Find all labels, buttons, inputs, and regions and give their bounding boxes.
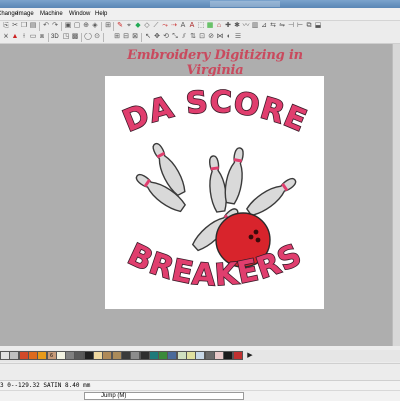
design-bottom-text: BREAKERS [122,237,307,293]
hoop-canvas[interactable]: DA SCORE BREAKERS [105,76,324,309]
frame-tool-icon[interactable]: ▭ [29,33,37,41]
undo-icon[interactable]: ↶ [42,22,50,30]
rotate-icon[interactable]: ⟲ [162,33,170,41]
status-bar-secondary: Jump (M) [0,390,400,401]
applique-tool-icon[interactable]: ⬚ [197,22,205,30]
zoom-in-icon[interactable]: ⊞ [113,33,121,41]
zoom-icon[interactable]: ⊕ [82,22,90,30]
paste-icon[interactable]: ⎘ [2,22,10,30]
column-tool-icon[interactable]: ⇢ [170,22,178,30]
measure-tool-icon[interactable]: ⊿ [260,22,268,30]
toolbar-strip [0,363,400,378]
cut-icon[interactable]: ✂ [11,22,19,30]
hoop-icon[interactable]: ◯ [84,33,92,41]
menu-window[interactable]: Window [69,10,90,18]
wave-tool-icon[interactable]: 〰 [242,22,250,30]
flip-icon[interactable]: ⇅ [189,33,197,41]
copy-icon[interactable]: ❐ [20,22,28,30]
center-icon[interactable]: ⊙ [93,33,101,41]
layer-tool-icon[interactable]: ⧉ [305,22,313,30]
cross-tool-icon[interactable]: ✚ [224,22,232,30]
lock-icon[interactable]: ⊡ [198,33,206,41]
border-tool-icon[interactable]: ⟊ [20,33,28,41]
run-tool-icon[interactable]: ▦ [206,22,214,30]
menu-change[interactable]: Change [0,10,18,18]
move-icon[interactable]: ✥ [153,33,161,41]
grid-icon[interactable]: ⊞ [104,22,112,30]
view-3d-toggle[interactable]: 3D [51,33,59,41]
palette-swatch[interactable] [232,351,243,360]
palette-next-icon[interactable]: ▶ [246,352,254,360]
tie-icon[interactable]: ⋈ [216,33,224,41]
pattern-tool-icon[interactable]: ▥ [251,22,259,30]
distribute-tool-icon[interactable]: ⊢ [296,22,304,30]
design-top-text: DA SCORE [118,85,312,140]
sequence-icon[interactable]: ☰ [234,33,242,41]
triangle-tool-icon[interactable]: ⩙ [2,33,10,41]
group-icon[interactable]: ▣ [64,22,72,30]
menu-help[interactable]: Help [95,10,107,18]
mirror-tool-icon[interactable]: ⇋ [278,22,286,30]
embroidery-design: DA SCORE BREAKERS [117,84,312,294]
text-tool-icon[interactable]: A [179,22,187,30]
ungroup-icon[interactable]: ▢ [73,22,81,30]
node-tool-icon[interactable]: ⌖ [125,22,133,30]
arrow-tool-icon[interactable]: ⇆ [269,22,277,30]
zoom-out-icon[interactable]: ⊟ [122,33,130,41]
pen-tool-icon[interactable]: ✎ [116,22,124,30]
paste-icon-2[interactable]: ▤ [29,22,37,30]
fill-tool-icon[interactable]: ◆ [134,22,142,30]
star-tool-icon[interactable]: ✱ [233,22,241,30]
redo-icon[interactable]: ↷ [51,22,59,30]
duplicate-tool-icon[interactable]: ⧈ [38,33,46,41]
line-tool-icon[interactable]: ⟋ [152,22,160,30]
window-title-bar [0,0,400,8]
design-headline: Embroidery Digitizing in Virginia [127,48,303,78]
order-tool-icon[interactable]: ⬓ [314,22,322,30]
color-stop-icon[interactable]: ◐ [225,33,233,41]
shape-tool-icon[interactable]: ◇ [143,22,151,30]
stitch-view-icon[interactable]: ▩ [71,33,79,41]
title-bar-highlight [210,1,280,7]
preview-icon[interactable]: ◳ [62,33,70,41]
stitch-readout: 3 0--129.32 SATIN 8.40 mm [0,382,91,389]
trim-icon[interactable]: ⊘ [207,33,215,41]
warp-tool-icon[interactable]: ▲ [11,33,19,41]
select-icon[interactable]: ◈ [91,22,99,30]
menu-machine[interactable]: Machine [40,10,63,18]
stitch-tool-icon[interactable]: ⌂ [215,22,223,30]
satin-tool-icon[interactable]: ⤳ [161,22,169,30]
scale-icon[interactable]: ⤡ [171,33,179,41]
zoom-fit-icon[interactable]: ⊠ [131,33,139,41]
menu-bar: Change Image Machine Window Help [0,8,400,21]
toolbar-secondary: ⩙ ▲ ⟊ ▭ ⧈ 3D ◳ ▩ ◯ ⊙ ⊞ ⊟ ⊠ ↖ ✥ ⟲ ⤡ ⫽ ⇅ ⊡… [0,32,400,44]
align-tool-icon[interactable]: ⊣ [287,22,295,30]
pointer-icon[interactable]: ↖ [144,33,152,41]
vertical-scrollbar[interactable] [392,44,400,346]
stitch-mode-field[interactable]: Jump (M) [84,392,244,400]
skew-icon[interactable]: ⫽ [180,33,188,41]
monogram-tool-icon[interactable]: Ã [188,22,196,30]
color-palette: 6 ▶ [0,350,400,362]
menu-image[interactable]: Image [17,10,34,18]
